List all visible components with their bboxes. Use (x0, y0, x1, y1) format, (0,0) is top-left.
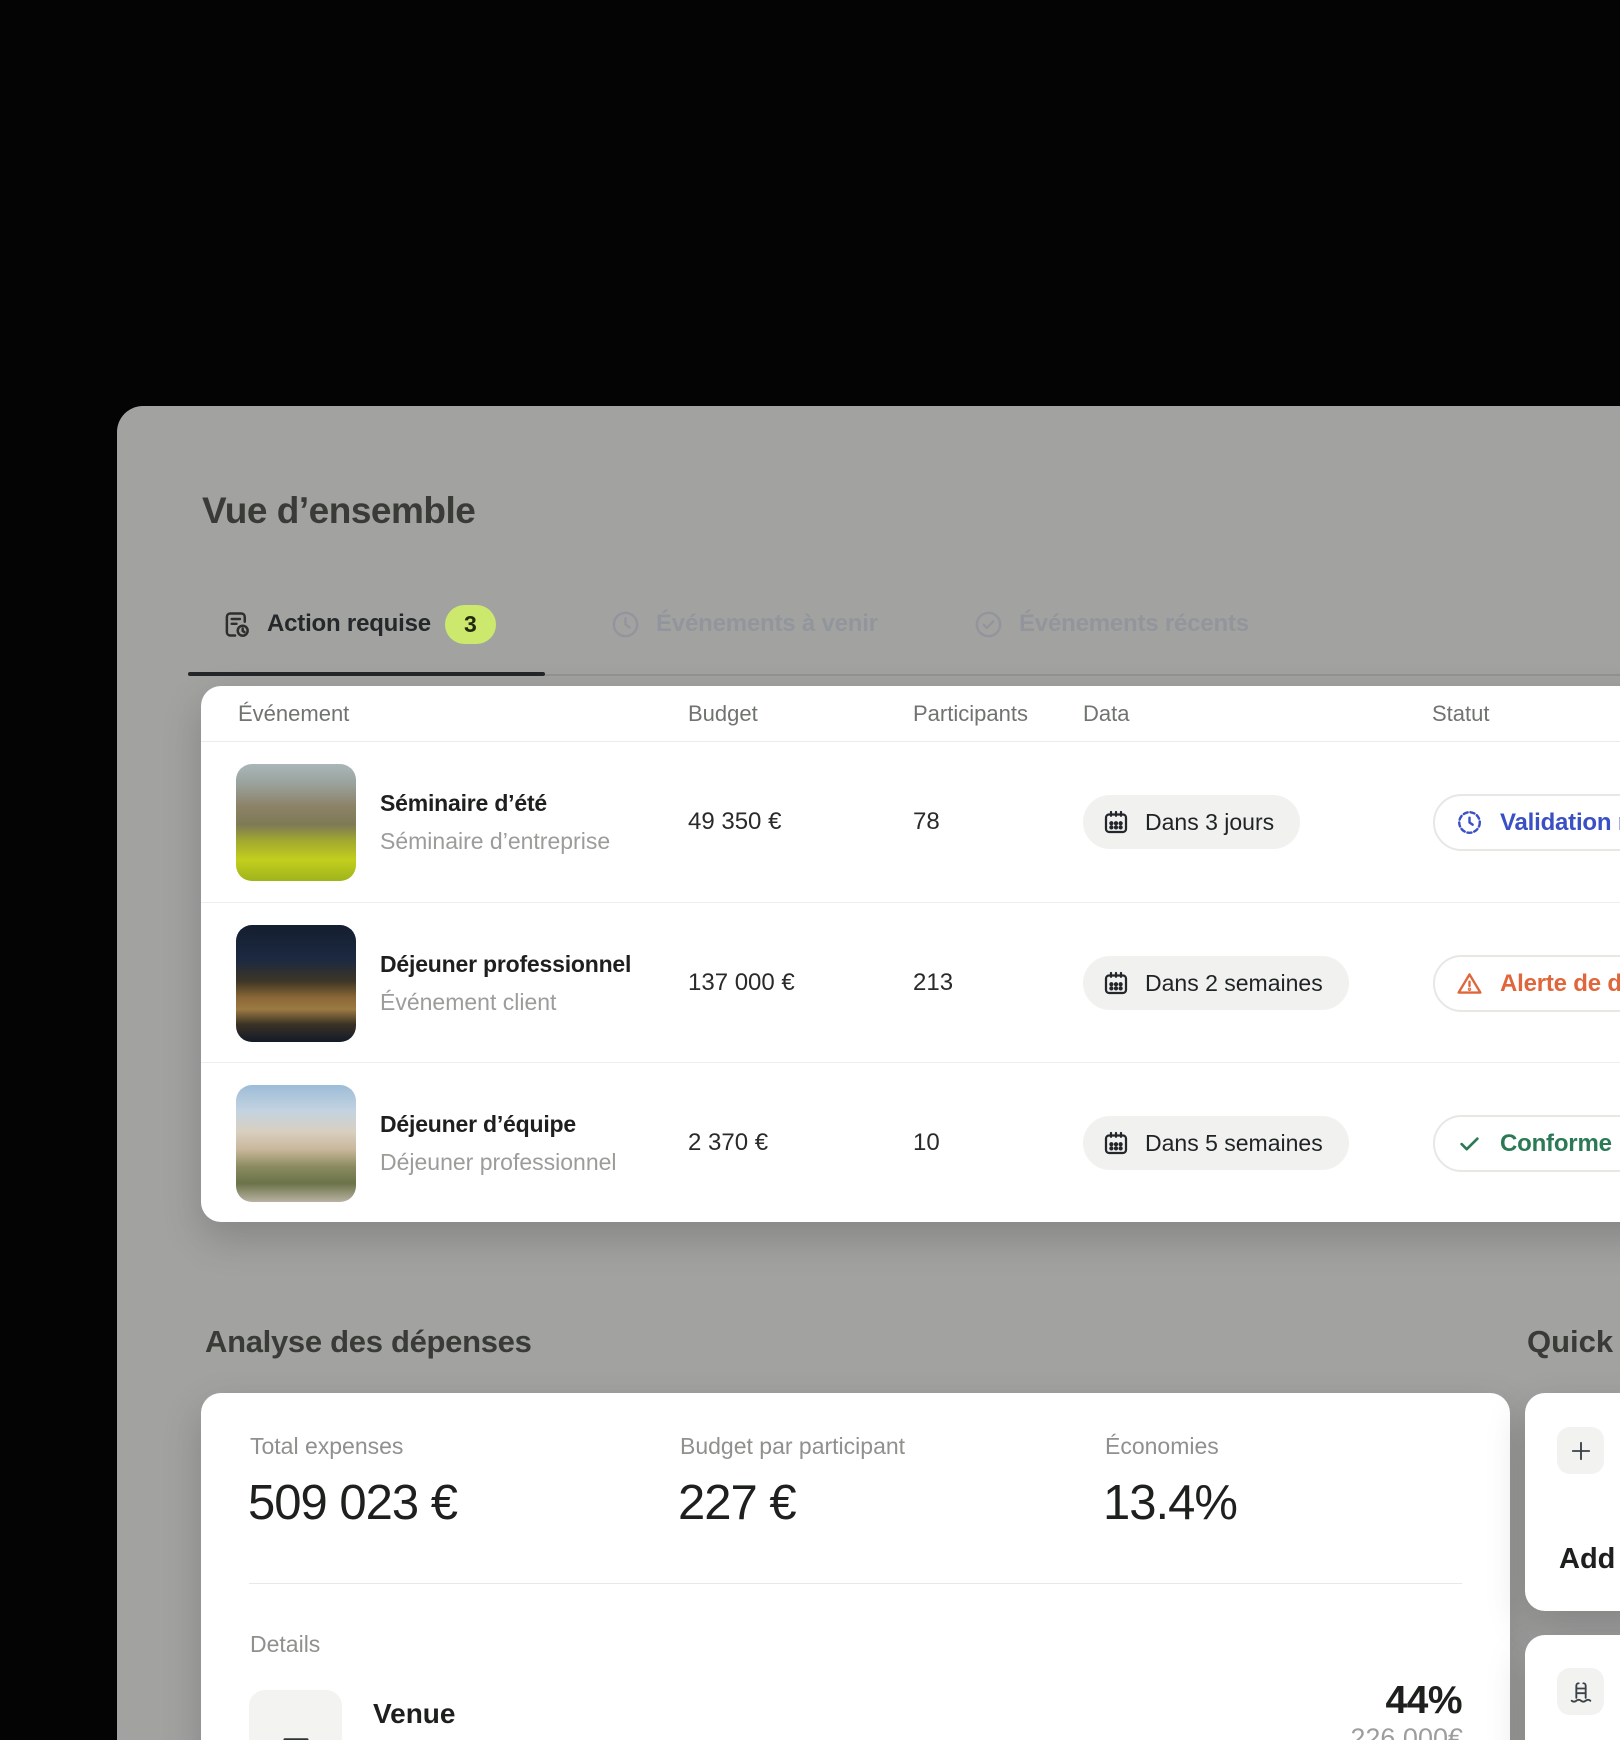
quick-pool-card[interactable] (1525, 1635, 1620, 1740)
column-header-statut: Statut (1432, 686, 1489, 742)
participants-value: 213 (913, 969, 953, 997)
check-circle-icon (972, 608, 1005, 641)
participants-value: 10 (913, 1129, 940, 1157)
column-header-participants: Participants (913, 686, 1028, 742)
add-event-label: Add event (1559, 1543, 1620, 1576)
quick-actions-title: Quick actions (1527, 1324, 1620, 1360)
plus-icon-tile (1557, 1427, 1604, 1474)
status-badge: Validation requise (1433, 794, 1620, 851)
event-subtitle: Événement client (380, 989, 556, 1016)
status-badge: Conforme (1433, 1115, 1620, 1172)
event-thumbnail (236, 1085, 356, 1202)
table-row[interactable]: Déjeuner professionnel Événement client … (201, 902, 1620, 1062)
status-label: Conforme (1500, 1130, 1612, 1158)
detail-row-name: Venue (373, 1698, 455, 1730)
date-chip: Dans 2 semaines (1083, 956, 1349, 1010)
plus-icon (1567, 1437, 1595, 1465)
event-subtitle: Déjeuner professionnel (380, 1149, 617, 1176)
expenses-card: Total expenses Budget par participant Éc… (201, 1393, 1510, 1740)
budget-value: 2 370 € (688, 1129, 768, 1157)
tab-label: Action requise (267, 610, 431, 638)
table-header: Événement Budget Participants Data Statu… (201, 686, 1620, 742)
tab-evenements-a-venir[interactable]: Événements à venir (609, 602, 878, 646)
stat-value-savings: 13.4% (1103, 1475, 1237, 1531)
event-thumbnail (236, 925, 356, 1042)
details-label: Details (250, 1631, 320, 1658)
calendar-icon (1101, 1128, 1131, 1158)
event-subtitle: Séminaire d’entreprise (380, 828, 610, 855)
alert-triangle-icon (1455, 969, 1484, 998)
detail-row-amount: 226 000€ (1350, 1723, 1463, 1740)
status-label: Alerte de dépassement (1500, 970, 1620, 998)
tab-evenements-recents[interactable]: Événements récents (972, 602, 1249, 646)
pool-icon-tile (1557, 1668, 1604, 1715)
column-header-budget: Budget (688, 686, 758, 742)
divider (249, 1583, 1462, 1584)
stat-label-savings: Économies (1105, 1433, 1219, 1460)
tab-label: Événements récents (1019, 610, 1249, 638)
event-title: Déjeuner d’équipe (380, 1111, 576, 1138)
expenses-section-title: Analyse des dépenses (205, 1324, 532, 1360)
check-icon (1455, 1129, 1484, 1158)
stat-label-total: Total expenses (250, 1433, 403, 1460)
date-chip-label: Dans 3 jours (1145, 809, 1274, 836)
events-table: Événement Budget Participants Data Statu… (201, 686, 1620, 1222)
quick-add-event-card[interactable]: Add event (1525, 1393, 1620, 1611)
event-title: Séminaire d’été (380, 790, 547, 817)
pending-clock-icon (1455, 808, 1484, 837)
date-chip-label: Dans 2 semaines (1145, 970, 1323, 997)
column-header-evenement: Événement (238, 686, 349, 742)
tab-action-requise[interactable]: Action requise 3 (220, 602, 496, 646)
stat-label-per-participant: Budget par participant (680, 1433, 905, 1460)
event-title: Déjeuner professionnel (380, 951, 631, 978)
date-chip-label: Dans 5 semaines (1145, 1130, 1323, 1157)
history-clock-icon (609, 608, 642, 641)
event-thumbnail (236, 764, 356, 881)
tab-label: Événements à venir (656, 610, 878, 638)
calendar-icon (1101, 968, 1131, 998)
stat-value-per-participant: 227 € (678, 1475, 796, 1531)
budget-value: 137 000 € (688, 969, 795, 997)
participants-value: 78 (913, 808, 940, 836)
table-row[interactable]: Séminaire d’été Séminaire d’entreprise 4… (201, 742, 1620, 902)
screen: Vue d’ensemble Action requise 3 Événemen… (0, 0, 1620, 1740)
column-header-data: Data (1083, 686, 1129, 742)
venue-icon-tile (249, 1690, 342, 1740)
budget-value: 49 350 € (688, 808, 781, 836)
page-title: Vue d’ensemble (202, 490, 475, 532)
document-clock-icon (220, 608, 253, 641)
status-badge: Alerte de dépassement (1433, 955, 1620, 1012)
detail-row-percent: 44% (1385, 1679, 1462, 1723)
status-label: Validation requise (1500, 809, 1620, 837)
calendar-icon (1101, 807, 1131, 837)
active-tab-indicator (188, 672, 545, 676)
tab-count-badge: 3 (445, 605, 496, 644)
venue-building-icon (277, 1731, 315, 1740)
table-row[interactable]: Déjeuner d’équipe Déjeuner professionnel… (201, 1062, 1620, 1222)
date-chip: Dans 3 jours (1083, 795, 1300, 849)
pool-ladder-icon (1567, 1678, 1595, 1706)
date-chip: Dans 5 semaines (1083, 1116, 1349, 1170)
stat-value-total: 509 023 € (248, 1475, 457, 1531)
